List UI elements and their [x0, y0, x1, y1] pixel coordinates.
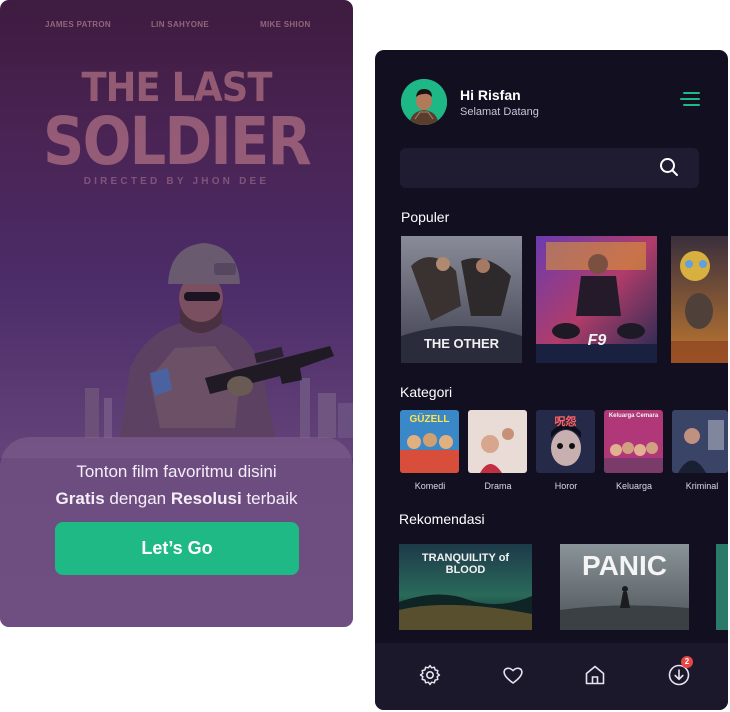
search-bar	[400, 148, 699, 188]
credit-actor-1: JAMES PATRON	[45, 20, 111, 29]
credit-actor-2: LIN SAHYONE	[151, 20, 209, 29]
settings-gear-icon[interactable]	[418, 663, 442, 687]
search-input[interactable]	[412, 158, 652, 178]
tagline-bold-resolusi: Resolusi	[170, 489, 242, 508]
category-label-komedi: Komedi	[414, 481, 446, 491]
poster-art	[716, 544, 728, 630]
greeting-subtitle: Selamat Datang	[460, 106, 539, 118]
popular-poster-f9[interactable]: F9	[536, 236, 657, 363]
category-poster-text: 呪怨	[554, 416, 577, 428]
movie-title-line-2: SOLDIER	[42, 103, 312, 180]
favorite-heart-icon[interactable]	[501, 663, 525, 687]
category-label-drama: Drama	[484, 481, 512, 491]
tagline-line-2: Gratis dengan Resolusi terbaik	[0, 485, 353, 512]
category-poster-text: Keluarga Cemara	[608, 413, 659, 419]
movie-title-line-1: THE LAST	[81, 65, 272, 111]
home-screen: Hi Risfan Selamat Datang Populer THE OTH…	[375, 50, 728, 710]
category-label-keluarga: Keluarga	[615, 481, 653, 491]
category-keluarga[interactable]: Keluarga Cemara	[604, 410, 663, 473]
recommended-title-1: TRANQUILITY of BLOOD	[421, 552, 510, 576]
poster-credits: JAMES PATRON LIN SAHYONE MIKE SHION	[0, 20, 353, 34]
tagline: Tonton film favoritmu disini Gratis deng…	[0, 458, 353, 512]
bottom-navigation: 2	[375, 643, 728, 710]
category-label-horor: Horor	[554, 481, 578, 491]
recommended-poster-panic[interactable]: PANIC	[560, 544, 689, 630]
menu-icon[interactable]	[680, 90, 700, 108]
category-kriminal[interactable]	[672, 410, 728, 473]
user-photo-icon	[401, 79, 447, 125]
category-label-kriminal: Kriminal	[685, 481, 719, 491]
recommended-title-2: PANIC	[581, 550, 668, 581]
tagline-bold-gratis: Gratis	[55, 489, 105, 508]
tagline-line-1: Tonton film favoritmu disini	[76, 462, 277, 481]
avatar[interactable]	[401, 79, 447, 125]
category-poster-text: GÜZELL	[409, 414, 450, 425]
popular-title-1: THE OTHER	[423, 336, 500, 351]
section-populer: Populer	[401, 209, 450, 225]
home-icon[interactable]	[583, 663, 607, 687]
greeting-name: Hi Risfan	[460, 87, 521, 103]
splash-screen: JAMES PATRON LIN SAHYONE MIKE SHION THE …	[0, 0, 353, 627]
section-kategori: Kategori	[400, 384, 453, 400]
tagline-end: terbaik	[241, 489, 298, 508]
tagline-mid: dengan	[104, 489, 171, 508]
category-komedi[interactable]: GÜZELL	[400, 410, 459, 473]
recommended-poster-3[interactable]	[716, 544, 728, 630]
category-art	[468, 410, 527, 473]
popular-poster-3[interactable]	[671, 236, 728, 363]
lets-go-button[interactable]: Let’s Go	[55, 522, 299, 575]
movie-title: THE LAST SOLDIER DIRECTED BY JHON DEE	[0, 68, 353, 187]
soldier-illustration	[0, 228, 353, 458]
recommended-poster-tranquility[interactable]: TRANQUILITY of BLOOD	[399, 544, 532, 630]
section-rekomendasi: Rekomendasi	[399, 511, 485, 527]
popular-title-2: F9	[587, 332, 607, 349]
popular-poster-the-other[interactable]: THE OTHER	[401, 236, 522, 363]
category-horor[interactable]: 呪怨	[536, 410, 595, 473]
notification-badge: 2	[681, 656, 693, 668]
category-art	[672, 410, 728, 473]
search-icon[interactable]	[659, 157, 679, 177]
credit-actor-3: MIKE SHION	[260, 20, 311, 29]
poster-art	[671, 236, 728, 363]
category-drama[interactable]	[468, 410, 527, 473]
